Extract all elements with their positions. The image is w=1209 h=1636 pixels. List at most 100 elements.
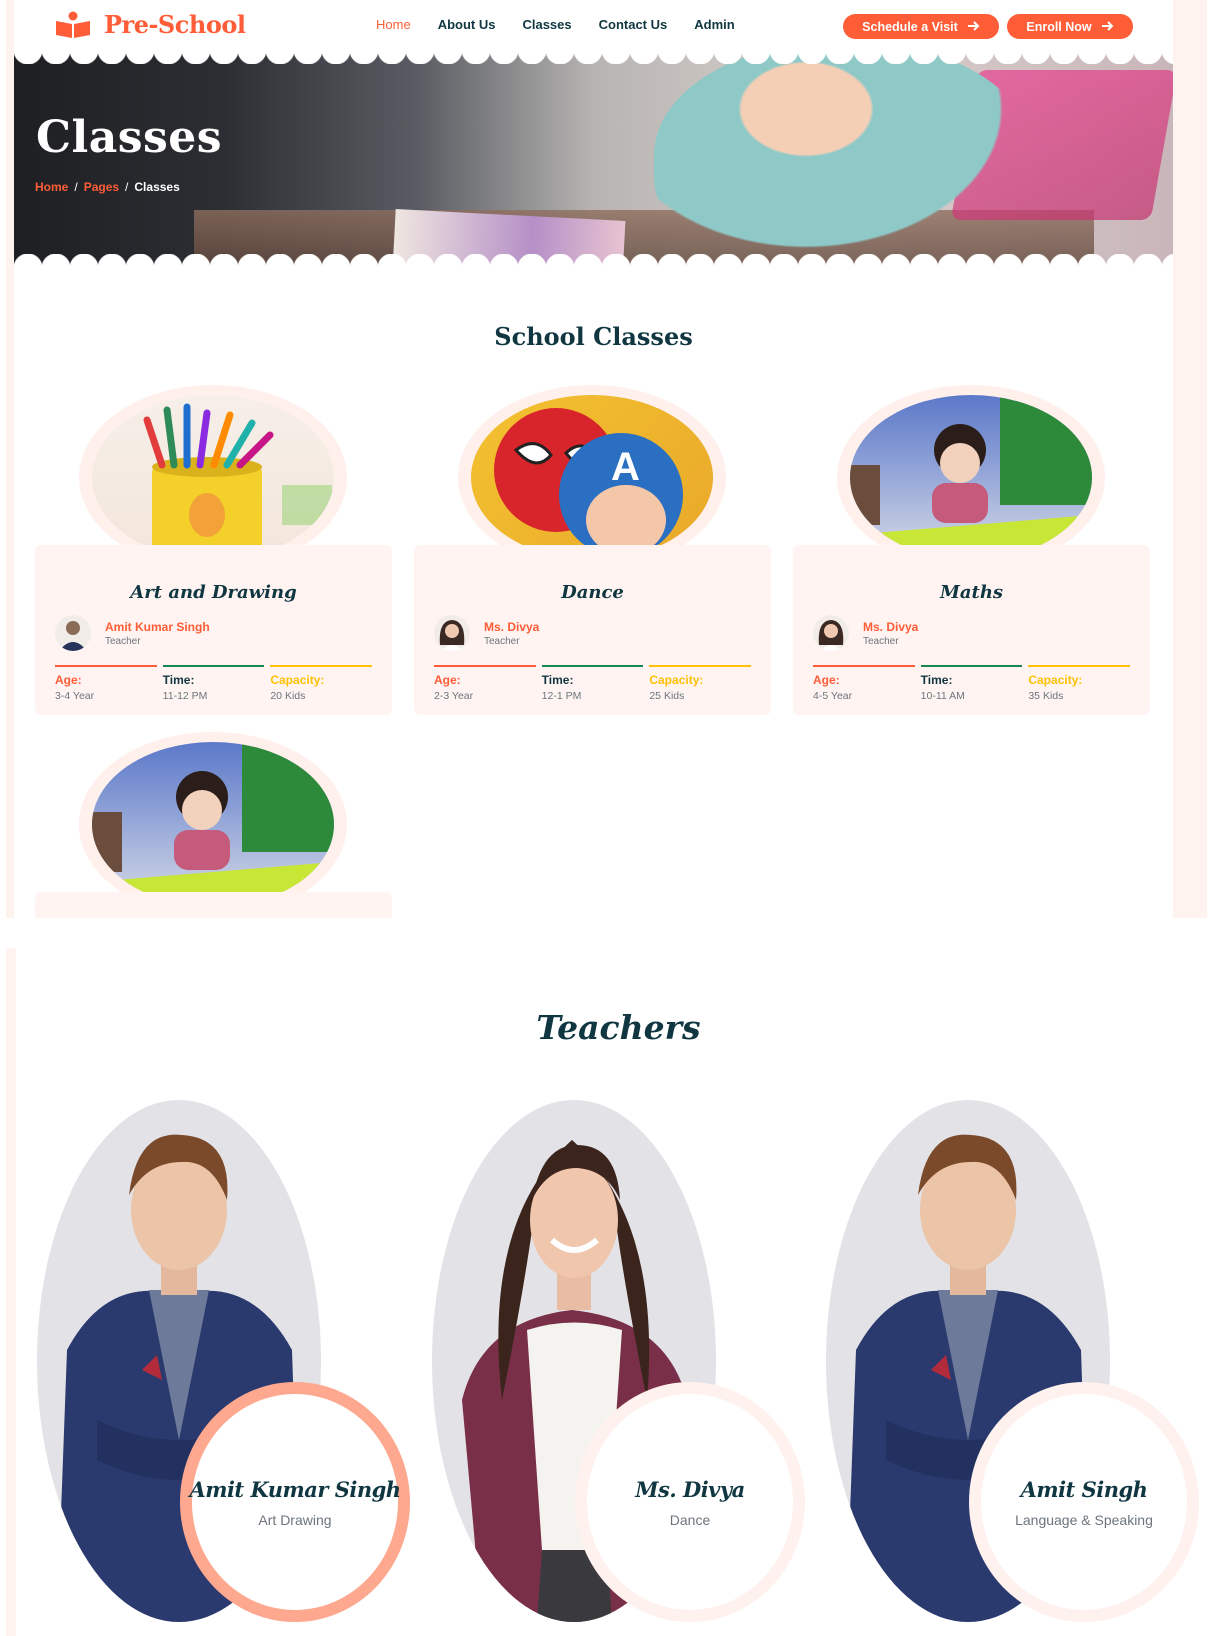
teacher-role: Teacher [484, 635, 520, 647]
nav-item-home[interactable]: Home [376, 17, 411, 32]
avatar [434, 615, 470, 651]
class-stats: Age: 2-3 Year Time: 12-1 PM Capacity: 25… [434, 665, 752, 702]
breadcrumb: Home / Pages / Classes [35, 180, 180, 194]
teacher-name: Amit Singh [1020, 1476, 1148, 1502]
class-image-child-drawing [850, 395, 1092, 560]
class-image-frame [79, 385, 347, 570]
book-reader-icon [54, 11, 92, 39]
teacher-subject: Language & Speaking [1015, 1511, 1153, 1528]
teacher-subject: Art Drawing [258, 1511, 332, 1528]
arrow-right-icon [967, 20, 980, 34]
class-image-costumes: A [471, 395, 713, 560]
class-card-body: Maths Ms. Divya Teacher Age: 4-5 Year Ti… [793, 545, 1150, 715]
stat-time-label: Time: [541, 673, 574, 687]
stat-age-value: 2-3 Year [434, 690, 474, 702]
teacher-info-circle: Ms. Divya Dance [575, 1382, 805, 1622]
scallop-edge [14, 254, 1173, 268]
stat-time-label: Time: [920, 673, 953, 687]
side-strip [6, 948, 16, 1636]
enroll-now-label: Enroll Now [1026, 19, 1092, 34]
class-teacher: Ms. Divya Teacher [434, 615, 539, 651]
breadcrumb-separator: / [74, 180, 78, 194]
navbar: Pre-School Home About Us Classes Contact… [14, 0, 1173, 52]
teacher-subject: Dance [669, 1511, 711, 1528]
class-card[interactable]: Maths Ms. Divya Teacher Age: 4-5 Year Ti… [793, 385, 1150, 715]
scallop-edge [14, 50, 1173, 64]
svg-text:A: A [611, 445, 640, 489]
nav-item-admin[interactable]: Admin [694, 17, 734, 32]
class-name: Maths [939, 582, 1004, 603]
nav-item-contact[interactable]: Contact Us [599, 17, 668, 32]
class-image-frame [79, 732, 347, 917]
stat-capacity: Capacity: 35 Kids [1028, 665, 1131, 702]
side-strip [6, 0, 14, 918]
stat-capacity-label: Capacity: [1028, 673, 1083, 687]
breadcrumb-home[interactable]: Home [35, 180, 68, 194]
teacher-info-circle: Amit Kumar Singh Art Drawing [180, 1382, 410, 1622]
teacher-card[interactable]: Amit Singh Language & Speaking [826, 1100, 1206, 1630]
class-name: Dance [561, 582, 624, 603]
teacher-name[interactable]: Ms. Divya [863, 620, 918, 634]
stat-time-value: 12-1 PM [541, 690, 582, 702]
brand-logo[interactable]: Pre-School [54, 10, 246, 39]
stat-age: Age: 3-4 Year [55, 665, 157, 702]
nav-item-classes[interactable]: Classes [522, 17, 571, 32]
stat-capacity-value: 20 Kids [270, 690, 306, 702]
stat-time-label: Time: [162, 673, 195, 687]
breadcrumb-current: Classes [134, 180, 180, 194]
brand-name: Pre-School [104, 10, 246, 39]
stat-age-label: Age: [55, 673, 82, 687]
teacher-name: Ms. Divya [635, 1476, 745, 1502]
teacher-info-circle: Amit Singh Language & Speaking [969, 1382, 1199, 1622]
class-stats: Age: 4-5 Year Time: 10-11 AM Capacity: 3… [813, 665, 1131, 702]
stat-capacity-label: Capacity: [270, 673, 325, 687]
main-menu: Home About Us Classes Contact Us Admin [376, 17, 735, 32]
stat-age: Age: 4-5 Year [813, 665, 915, 702]
class-image-pencils [92, 395, 334, 560]
class-card[interactable] [35, 732, 392, 918]
stat-time-value: 11-12 PM [162, 690, 208, 702]
teachers-section-title: Teachers [536, 1008, 701, 1047]
teacher-card[interactable]: Ms. Divya Dance [432, 1100, 812, 1630]
class-teacher: Amit Kumar Singh Teacher [55, 615, 210, 651]
class-card[interactable]: Art and Drawing Amit Kumar Singh Teacher… [35, 385, 392, 715]
teacher-role: Teacher [105, 635, 141, 647]
breadcrumb-pages[interactable]: Pages [84, 180, 119, 194]
stat-age-value: 4-5 Year [813, 690, 853, 702]
enroll-now-button[interactable]: Enroll Now [1007, 14, 1133, 39]
class-card[interactable]: A Dance Ms. Divya Teacher Age: 2-3 Year [414, 385, 771, 715]
class-teacher: Ms. Divya Teacher [813, 615, 918, 651]
class-image-child-drawing [92, 742, 334, 907]
teacher-name: Amit Kumar Singh [189, 1476, 401, 1502]
teacher-name[interactable]: Amit Kumar Singh [105, 620, 210, 634]
arrow-right-icon [1101, 20, 1114, 34]
class-image-frame: A [458, 385, 726, 570]
schedule-visit-button[interactable]: Schedule a Visit [843, 14, 999, 39]
classes-section-title: School Classes [494, 322, 693, 351]
class-card-body: Dance Ms. Divya Teacher Age: 2-3 Year Ti… [414, 545, 771, 715]
class-card-body [35, 892, 392, 918]
page-title: Classes [36, 112, 223, 163]
breadcrumb-separator: / [125, 180, 129, 194]
stat-age-label: Age: [434, 673, 461, 687]
stat-capacity-value: 35 Kids [1028, 690, 1064, 702]
stat-age-label: Age: [813, 673, 840, 687]
stat-age: Age: 2-3 Year [434, 665, 536, 702]
hero-image-child [654, 50, 1034, 268]
avatar [55, 615, 91, 651]
stat-capacity-value: 25 Kids [649, 690, 685, 702]
teacher-card[interactable]: Amit Kumar Singh Art Drawing [37, 1100, 417, 1630]
side-strip [1173, 0, 1207, 918]
stat-time: Time: 12-1 PM [541, 665, 644, 702]
class-name: Art and Drawing [130, 582, 297, 603]
stat-capacity: Capacity: 25 Kids [649, 665, 752, 702]
teacher-name[interactable]: Ms. Divya [484, 620, 539, 634]
stat-time: Time: 11-12 PM [162, 665, 265, 702]
nav-item-about[interactable]: About Us [438, 17, 496, 32]
page-header-banner: Classes Home / Pages / Classes [14, 50, 1173, 268]
stat-capacity: Capacity: 20 Kids [270, 665, 373, 702]
avatar [813, 615, 849, 651]
stat-time: Time: 10-11 AM [920, 665, 1023, 702]
class-image-frame [837, 385, 1105, 570]
stat-age-value: 3-4 Year [55, 690, 95, 702]
